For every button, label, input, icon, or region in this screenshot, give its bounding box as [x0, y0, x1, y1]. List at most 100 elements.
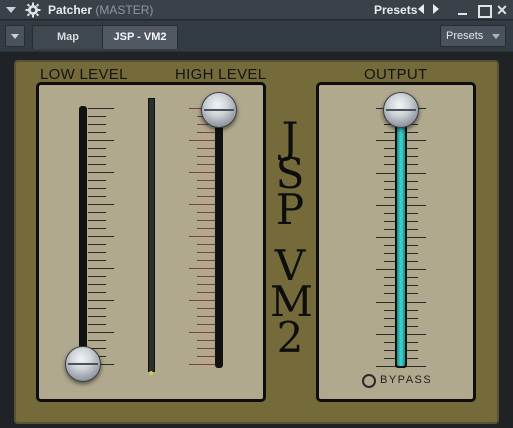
scale-tick	[189, 268, 215, 269]
scale-tick	[88, 276, 106, 277]
window-subtitle: (MASTER)	[95, 3, 154, 17]
scale-tick	[88, 308, 106, 309]
scale-tick	[197, 260, 215, 261]
scale-tick	[197, 164, 215, 165]
scale-tick	[189, 140, 215, 141]
scale-tick	[376, 205, 396, 206]
output-slider-handle[interactable]	[383, 92, 419, 128]
scale-tick	[406, 358, 418, 359]
low-level-track[interactable]	[79, 106, 87, 370]
scale-tick	[406, 253, 418, 254]
scale-tick	[88, 116, 106, 117]
brand-logo-vm2: V M 2	[270, 245, 313, 359]
scale-tick	[376, 173, 396, 174]
tab-map[interactable]: Map	[32, 25, 104, 49]
scale-tick	[197, 132, 215, 133]
scale-tick	[197, 188, 215, 189]
bypass-toggle[interactable]	[362, 374, 376, 388]
scale-tick	[406, 293, 418, 294]
scale-tick	[197, 348, 215, 349]
presets-menu-button[interactable]: Presets	[374, 3, 417, 17]
gear-icon[interactable]	[25, 2, 41, 18]
level-meter	[148, 98, 155, 372]
scale-tick	[88, 108, 114, 109]
scale-tick	[88, 340, 106, 341]
scale-tick	[88, 180, 106, 181]
high-level-track[interactable]	[215, 106, 223, 368]
scale-tick	[406, 318, 418, 319]
scale-tick	[88, 164, 106, 165]
scale-tick	[406, 132, 418, 133]
high-level-slider-handle[interactable]	[201, 92, 237, 128]
scale-tick	[406, 326, 418, 327]
low-level-scale	[88, 108, 118, 365]
minimize-icon[interactable]	[455, 2, 471, 18]
scale-tick	[88, 140, 114, 141]
close-icon[interactable]: ✕	[494, 2, 510, 18]
low-level-slider-handle[interactable]	[65, 346, 101, 382]
scale-tick	[189, 236, 215, 237]
level-meter-indicator	[149, 371, 153, 375]
scale-tick	[406, 302, 426, 303]
scale-tick	[376, 269, 396, 270]
plugin-presets-dropdown[interactable]: Presets	[440, 25, 506, 47]
scale-tick	[88, 172, 114, 173]
scale-tick	[406, 342, 418, 343]
scale-tick	[406, 285, 418, 286]
scale-tick	[406, 245, 418, 246]
scale-tick	[197, 148, 215, 149]
scale-tick	[189, 204, 215, 205]
scale-tick	[376, 334, 396, 335]
scale-tick	[197, 212, 215, 213]
scale-tick	[88, 324, 106, 325]
scale-tick	[406, 237, 426, 238]
scale-tick	[197, 340, 215, 341]
scale-tick	[406, 140, 426, 141]
scale-tick	[88, 132, 106, 133]
scale-tick	[197, 228, 215, 229]
scale-tick	[406, 229, 418, 230]
scale-tick	[406, 197, 418, 198]
output-scale-left	[374, 108, 396, 367]
scale-tick	[197, 356, 215, 357]
scale-tick	[88, 212, 106, 213]
scale-tick	[197, 292, 215, 293]
scale-tick	[197, 196, 215, 197]
scale-tick	[197, 308, 215, 309]
scale-tick	[88, 228, 106, 229]
scale-tick	[88, 236, 114, 237]
scale-tick	[88, 268, 114, 269]
tab-jsp-vm2[interactable]: JSP - VM2	[102, 25, 178, 49]
next-preset-icon[interactable]	[433, 4, 439, 14]
scale-tick	[406, 334, 426, 335]
output-scale-right	[406, 108, 428, 367]
scale-tick	[197, 324, 215, 325]
scale-tick	[88, 156, 106, 157]
scale-tick	[88, 196, 106, 197]
scale-tick	[406, 148, 418, 149]
scale-tick	[376, 302, 396, 303]
scale-tick	[88, 244, 106, 245]
bypass-label: BYPASS	[380, 374, 433, 386]
window-title: Patcher (MASTER)	[48, 3, 153, 17]
maximize-icon[interactable]	[475, 2, 492, 18]
brand-logo-jsp: J S P	[270, 117, 310, 231]
scale-tick	[88, 252, 106, 253]
output-label: OUTPUT	[364, 66, 428, 83]
scale-tick	[197, 276, 215, 277]
window-menu-arrow-icon[interactable]	[6, 7, 16, 13]
scale-tick	[197, 156, 215, 157]
scale-tick	[88, 148, 106, 149]
scale-tick	[406, 189, 418, 190]
scale-tick	[88, 220, 106, 221]
scale-tick	[88, 292, 106, 293]
scale-tick	[406, 261, 418, 262]
scale-tick	[406, 181, 418, 182]
scale-tick	[197, 252, 215, 253]
scale-tick	[88, 260, 106, 261]
high-level-scale	[187, 108, 215, 365]
tab-bar: Map JSP - VM2 Presets	[0, 21, 513, 51]
previous-preset-icon[interactable]	[418, 4, 424, 14]
plugin-menu-button[interactable]	[5, 25, 25, 47]
scale-tick	[406, 221, 418, 222]
